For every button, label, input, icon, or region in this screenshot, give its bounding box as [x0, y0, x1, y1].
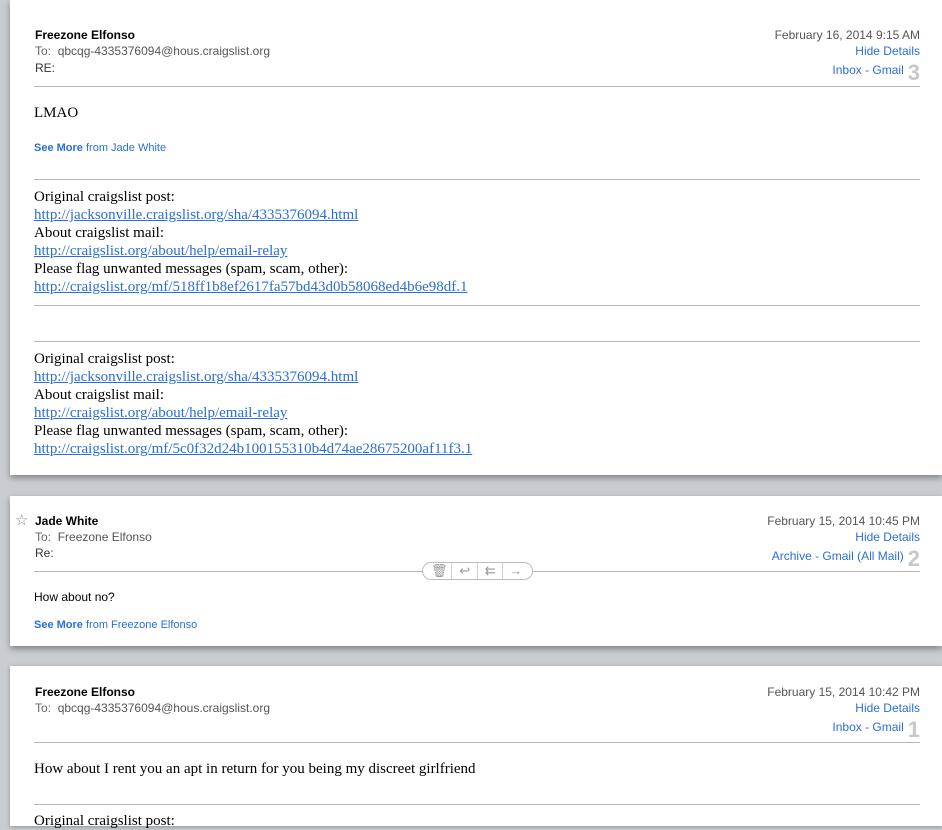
- mailbox-link[interactable]: Archive - Gmail (All Mail): [772, 549, 904, 563]
- to-label: To:: [35, 701, 52, 715]
- orig-post-link[interactable]: http://jacksonville.craigslist.org/sha/4…: [34, 206, 468, 224]
- message-toolbar: 🗑 ↩ ⇇ →: [422, 562, 533, 580]
- orig-post-label: Original craigslist post:: [34, 189, 175, 205]
- mailbox-link[interactable]: Inbox - Gmail: [832, 720, 903, 734]
- to-line: To: qbcqg-4335376094@hous.craigslist.org: [35, 44, 270, 58]
- to-line: To: qbcqg-4335376094@hous.craigslist.org: [35, 701, 270, 715]
- hide-details-link[interactable]: Hide Details: [855, 44, 920, 58]
- craigslist-footer: Original craigslist post: http://jackson…: [34, 350, 472, 458]
- about-mail-label: About craigslist mail:: [34, 225, 164, 241]
- mailbox-link[interactable]: Inbox - Gmail: [832, 63, 903, 77]
- mailbox-line: Inbox - Gmail 1: [832, 717, 920, 743]
- re-label: RE:: [35, 61, 56, 75]
- message-number: 3: [907, 60, 920, 85]
- re-label: Re:: [35, 546, 54, 560]
- message-body: How about I rent you an apt in return fo…: [34, 761, 476, 777]
- message-date: February 16, 2014 9:15 AM: [774, 28, 920, 42]
- about-mail-link[interactable]: http://craigslist.org/about/help/email-r…: [34, 404, 472, 422]
- about-mail-label: About craigslist mail:: [34, 387, 164, 403]
- message-card-3[interactable]: Freezone Elfonso To: qbcqg-4335376094@ho…: [10, 0, 942, 475]
- reply-icon[interactable]: ↩: [453, 563, 478, 579]
- orig-post-label: Original craigslist post:: [34, 813, 175, 829]
- hide-details-link[interactable]: Hide Details: [855, 701, 920, 715]
- divider: [34, 179, 920, 180]
- mailbox-line: Inbox - Gmail 3: [832, 60, 920, 86]
- hide-details-link[interactable]: Hide Details: [855, 530, 920, 544]
- message-date: February 15, 2014 10:42 PM: [767, 685, 920, 699]
- divider: [34, 742, 920, 743]
- sender-name: Freezone Elfonso: [35, 28, 136, 42]
- orig-post-link[interactable]: http://jacksonville.craigslist.org/sha/4…: [34, 368, 472, 386]
- message-card-2[interactable]: ☆ Jade White To: Freezone Elfonso Re: Fe…: [10, 496, 942, 646]
- to-address: qbcqg-4335376094@hous.craigslist.org: [57, 701, 271, 715]
- craigslist-footer: Original craigslist post: http://jackson…: [34, 188, 468, 296]
- see-more-link[interactable]: See More from Freezone Elfonso: [34, 616, 197, 634]
- sender-name: Jade White: [35, 514, 99, 528]
- reply-all-icon[interactable]: ⇇: [478, 563, 504, 579]
- about-mail-link[interactable]: http://craigslist.org/about/help/email-r…: [34, 242, 468, 260]
- message-date: February 15, 2014 10:45 PM: [767, 514, 920, 528]
- message-body: LMAO: [34, 105, 79, 121]
- divider: [34, 804, 920, 805]
- flag-link[interactable]: http://craigslist.org/mf/518ff1b8ef2617f…: [34, 278, 468, 296]
- flag-link[interactable]: http://craigslist.org/mf/5c0f32d24b10015…: [34, 440, 472, 458]
- to-line: To: Freezone Elfonso: [35, 530, 152, 544]
- to-address: qbcqg-4335376094@hous.craigslist.org: [57, 44, 271, 58]
- forward-icon[interactable]: →: [504, 563, 528, 579]
- sender-name: Freezone Elfonso: [35, 685, 136, 699]
- mailbox-line: Archive - Gmail (All Mail) 2: [772, 546, 920, 572]
- see-more-link[interactable]: See More from Jade White: [34, 139, 166, 157]
- to-label: To:: [35, 530, 52, 544]
- divider: [34, 341, 920, 342]
- message-number: 1: [907, 717, 920, 742]
- message-card-1[interactable]: Freezone Elfonso To: qbcqg-4335376094@ho…: [10, 666, 942, 829]
- star-icon[interactable]: ☆: [15, 511, 28, 529]
- flag-label: Please flag unwanted messages (spam, sca…: [34, 261, 349, 277]
- orig-post-label: Original craigslist post:: [34, 351, 175, 367]
- divider: [34, 86, 920, 87]
- divider: [34, 305, 920, 306]
- message-body: How about no?: [34, 590, 115, 604]
- flag-label: Please flag unwanted messages (spam, sca…: [34, 423, 349, 439]
- message-number: 2: [907, 546, 920, 571]
- trash-icon[interactable]: 🗑: [427, 563, 453, 579]
- to-address: Freezone Elfonso: [57, 530, 152, 544]
- to-label: To:: [35, 44, 52, 58]
